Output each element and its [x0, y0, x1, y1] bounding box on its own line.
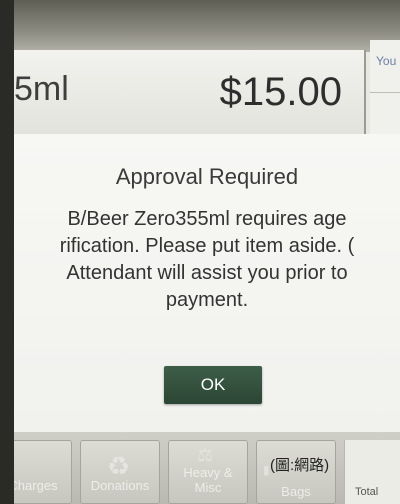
dialog-message-line: B/Beer Zero355ml requires age: [67, 208, 347, 230]
total-area: Total: [344, 440, 400, 504]
ok-button[interactable]: OK: [164, 366, 262, 404]
side-panel-label: You: [376, 54, 397, 68]
heavy-misc-button[interactable]: ⚖ Heavy & Misc: [168, 440, 248, 504]
dialog-message-line: Attendant will assist you prior to: [66, 262, 348, 284]
side-panel-divider: [370, 92, 400, 93]
side-info-panel: You: [370, 40, 400, 135]
top-header-strip: [14, 0, 400, 52]
dialog-message-line: rification. Please put item aside. (: [59, 235, 355, 257]
donations-button-label: Donations: [90, 478, 150, 493]
item-name: 5ml: [14, 70, 69, 108]
dialog-message-line: payment.: [165, 289, 249, 311]
pos-screen: 5ml $15.00 You Approval Required B/Beer …: [14, 0, 400, 504]
scale-icon: ⚖: [197, 445, 214, 465]
approval-dialog: Approval Required B/Beer Zero355ml requi…: [14, 134, 400, 432]
dialog-message: B/Beer Zero355ml requires age rification…: [14, 206, 400, 314]
image-credit-watermark: (圖:網路): [270, 457, 330, 474]
current-item-panel: 5ml $15.00: [14, 50, 366, 136]
bags-button-label: Bags: [281, 484, 311, 499]
dialog-title: Approval Required: [115, 164, 299, 189]
charges-button-label: Charges: [14, 478, 58, 493]
bag-icon: ▮: [263, 463, 270, 477]
heavy-misc-button-label: Heavy & Misc: [183, 465, 233, 495]
charges-button[interactable]: Charges: [14, 440, 72, 504]
total-label: Total: [355, 486, 379, 498]
item-price: $15.00: [219, 70, 342, 114]
donations-button[interactable]: ♻ Donations: [80, 440, 160, 504]
bottom-action-bar: Charges ♻ Donations ⚖ Heavy & Misc ▮ Bag…: [14, 432, 400, 504]
